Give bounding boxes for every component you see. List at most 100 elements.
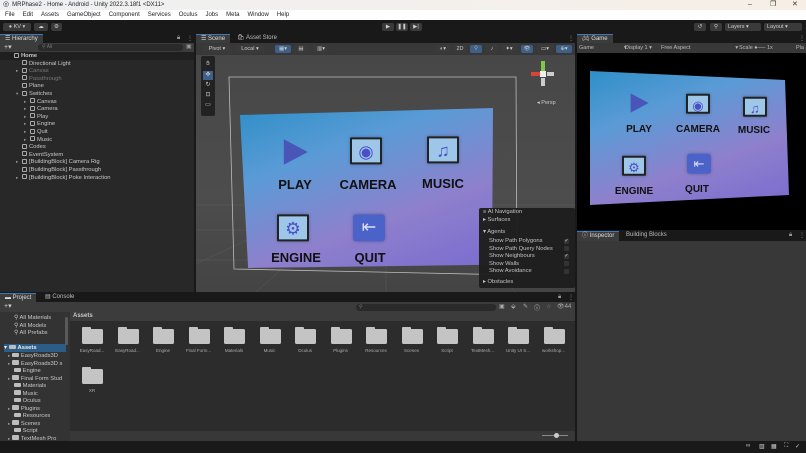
asset-folder[interactable]: Scenes bbox=[394, 326, 430, 360]
menu-assets[interactable]: Assets bbox=[41, 10, 59, 20]
more-menu-icon[interactable]: ⋮ bbox=[799, 35, 805, 42]
engine-icon[interactable]: ⚙ bbox=[622, 155, 646, 177]
menu-jobs[interactable]: Jobs bbox=[205, 10, 218, 20]
layers-dropdown[interactable]: Layers ▾ bbox=[725, 23, 761, 31]
expand-arrow-icon[interactable]: ▸ bbox=[8, 436, 10, 441]
expand-arrow-icon[interactable]: ▾ bbox=[16, 90, 18, 98]
search-by-type-icon[interactable]: ▣ bbox=[499, 303, 505, 310]
grid-toggle-button[interactable]: ▥▾ bbox=[313, 45, 329, 53]
more-menu-icon[interactable]: ⋮ bbox=[187, 35, 193, 42]
obstacles-foldout[interactable]: ▸ Obstacles bbox=[483, 278, 513, 286]
tab-scene[interactable]: ☰ Scene bbox=[196, 34, 231, 43]
shading-mode-button[interactable]: ◐▾ bbox=[436, 45, 450, 53]
menu-services[interactable]: Services bbox=[148, 10, 171, 20]
move-tool-icon[interactable]: ✥ bbox=[203, 71, 213, 80]
camera-button-label[interactable]: CAMERA bbox=[676, 124, 720, 135]
camera-settings-icon[interactable]: ▭▾ bbox=[537, 45, 553, 53]
collapse-arrow-icon[interactable]: ▸ bbox=[16, 158, 18, 166]
rect-tool-icon[interactable]: ▭ bbox=[203, 101, 213, 110]
gizmos-dropdown-icon[interactable]: ⊕▾ bbox=[556, 45, 572, 53]
play-icon[interactable] bbox=[627, 91, 651, 115]
pause-button[interactable]: ❚❚ bbox=[396, 23, 408, 31]
info-icon[interactable]: ⓘ bbox=[534, 303, 540, 312]
save-search-icon[interactable]: ✎ bbox=[523, 303, 528, 310]
meta-xr-icon[interactable]: ∞ bbox=[746, 443, 750, 449]
asset-folder[interactable]: Music bbox=[252, 326, 288, 360]
asset-folder[interactable]: Resources bbox=[358, 326, 394, 360]
play-button[interactable]: ▶ bbox=[382, 23, 394, 31]
pivot-dropdown[interactable]: Pivot ▾ bbox=[202, 45, 232, 53]
tab-asset-store[interactable]: 🛍︎ Asset Store bbox=[232, 34, 282, 43]
tab-building-blocks[interactable]: Building Blocks bbox=[621, 231, 672, 240]
music-button-label[interactable]: MUSIC bbox=[738, 125, 770, 136]
close-button[interactable]: ✕ bbox=[792, 0, 798, 10]
expand-arrow-icon[interactable]: ▸ bbox=[8, 353, 10, 358]
menu-edit[interactable]: Edit bbox=[23, 10, 33, 20]
play-button-label[interactable]: PLAY bbox=[278, 177, 311, 192]
asset-folder[interactable]: Script bbox=[429, 326, 465, 360]
tree-scrollbar[interactable] bbox=[65, 317, 68, 345]
hidden-packages-toggle[interactable]: 👁︎44 bbox=[557, 303, 571, 310]
snap-increment-button[interactable]: ▤ bbox=[294, 45, 308, 53]
game-mode-dropdown[interactable]: Game ▾ bbox=[579, 43, 627, 53]
favorite-item[interactable]: ⚲ All Prefabs bbox=[14, 329, 48, 337]
undo-history-icon[interactable]: ↺ bbox=[694, 23, 706, 31]
expand-arrow-icon[interactable]: ▸ bbox=[8, 361, 10, 366]
project-search-input[interactable]: ⚲ bbox=[356, 304, 496, 311]
icon-size-slider-thumb[interactable] bbox=[554, 433, 559, 438]
music-button-label[interactable]: MUSIC bbox=[422, 176, 464, 191]
asset-folder[interactable]: Unity UI S... bbox=[500, 326, 536, 360]
play-button-label[interactable]: PLAY bbox=[626, 124, 652, 135]
scale-tool-icon[interactable]: ⊡ bbox=[203, 91, 213, 100]
aspect-dropdown[interactable]: Free Aspect ▾ bbox=[661, 43, 738, 53]
asset-folder[interactable]: EasyRoad... bbox=[110, 326, 146, 360]
scene-filter-icon[interactable]: ▣ bbox=[186, 43, 192, 50]
more-menu-icon[interactable]: ⋮ bbox=[568, 35, 574, 42]
engine-button-label[interactable]: ENGINE bbox=[271, 250, 321, 265]
expand-arrow-icon[interactable]: ▸ bbox=[8, 421, 10, 426]
checkbox[interactable] bbox=[564, 246, 569, 252]
expand-arrow-icon[interactable]: ▸ bbox=[8, 406, 10, 411]
quit-button-label[interactable]: QUIT bbox=[685, 184, 709, 195]
asset-folder[interactable]: Plugins bbox=[323, 326, 359, 360]
play-mode-dropdown[interactable]: Pla bbox=[796, 43, 804, 53]
ai-navigation-title[interactable]: ≡ AI Navigation bbox=[483, 208, 522, 216]
build-settings-icon[interactable]: ▧ bbox=[759, 443, 765, 450]
perspective-label[interactable]: ◂ Persp bbox=[537, 100, 556, 106]
quit-button-label[interactable]: QUIT bbox=[354, 250, 385, 265]
rotate-tool-icon[interactable]: ↻ bbox=[203, 81, 213, 90]
scene-visibility-icon[interactable]: 👁︎ bbox=[521, 45, 533, 53]
menu-window[interactable]: Window bbox=[247, 10, 268, 20]
asset-folder[interactable]: workshop... bbox=[536, 326, 572, 360]
hierarchy-item[interactable]: ▸ [BuildingBlock] Poke Interaction bbox=[16, 174, 111, 182]
menu-meta[interactable]: Meta bbox=[226, 10, 239, 20]
step-button[interactable]: ▶| bbox=[410, 23, 422, 31]
account-button[interactable]: ● KV ▾ bbox=[3, 23, 31, 31]
camera-icon[interactable]: ◉ bbox=[686, 93, 710, 115]
agents-foldout[interactable]: ▾ Agents bbox=[483, 228, 505, 236]
scale-slider[interactable]: Scale ●── 1x bbox=[739, 43, 773, 53]
project-setup-icon[interactable]: ▦ bbox=[771, 443, 777, 450]
project-breadcrumb[interactable]: Assets bbox=[70, 312, 575, 321]
orientation-gizmo[interactable] bbox=[529, 59, 559, 95]
asset-folder[interactable]: Engine bbox=[145, 326, 181, 360]
engine-button-label[interactable]: ENGINE bbox=[615, 186, 653, 197]
tab-console[interactable]: ▤ Console bbox=[40, 293, 79, 302]
grid-snap-button[interactable]: ▦▾ bbox=[275, 45, 291, 53]
lock-icon[interactable]: 🔒︎ bbox=[177, 35, 180, 42]
lighting-toggle-icon[interactable]: 💡︎ bbox=[470, 45, 482, 53]
menu-help[interactable]: Help bbox=[277, 10, 289, 20]
agent-option[interactable]: Show Avoidance bbox=[489, 267, 575, 275]
quit-icon[interactable]: ⇤ bbox=[353, 214, 385, 242]
menu-gameobject[interactable]: GameObject bbox=[67, 10, 101, 20]
expand-arrow-icon[interactable]: ▸ bbox=[8, 376, 10, 381]
tab-project[interactable]: ▬ Project bbox=[0, 293, 37, 302]
asset-folder[interactable]: EasyRoad... bbox=[74, 326, 110, 360]
checkbox[interactable]: ✓ bbox=[564, 253, 569, 259]
asset-folder[interactable]: Final Form... bbox=[181, 326, 217, 360]
checkbox[interactable] bbox=[564, 261, 569, 267]
hierarchy-search-input[interactable]: ⚲ All bbox=[38, 44, 183, 51]
checkbox[interactable] bbox=[564, 268, 569, 274]
lock-icon[interactable]: 🔒︎ bbox=[789, 232, 792, 239]
display-dropdown[interactable]: Display 1 ▾ bbox=[625, 43, 652, 53]
